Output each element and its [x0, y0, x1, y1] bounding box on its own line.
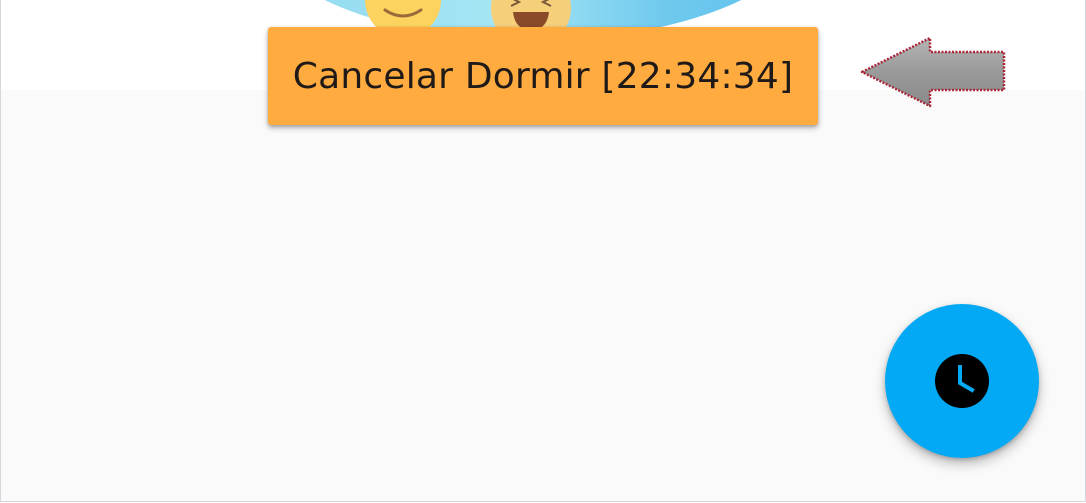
left-arrow-icon: [860, 36, 1006, 108]
app-window: Cancelar Dormir [22:34:34]: [0, 0, 1086, 502]
timer-fab-button[interactable]: [885, 304, 1039, 458]
clock-icon: [935, 354, 989, 408]
cancel-sleep-button[interactable]: Cancelar Dormir [22:34:34]: [268, 27, 818, 125]
